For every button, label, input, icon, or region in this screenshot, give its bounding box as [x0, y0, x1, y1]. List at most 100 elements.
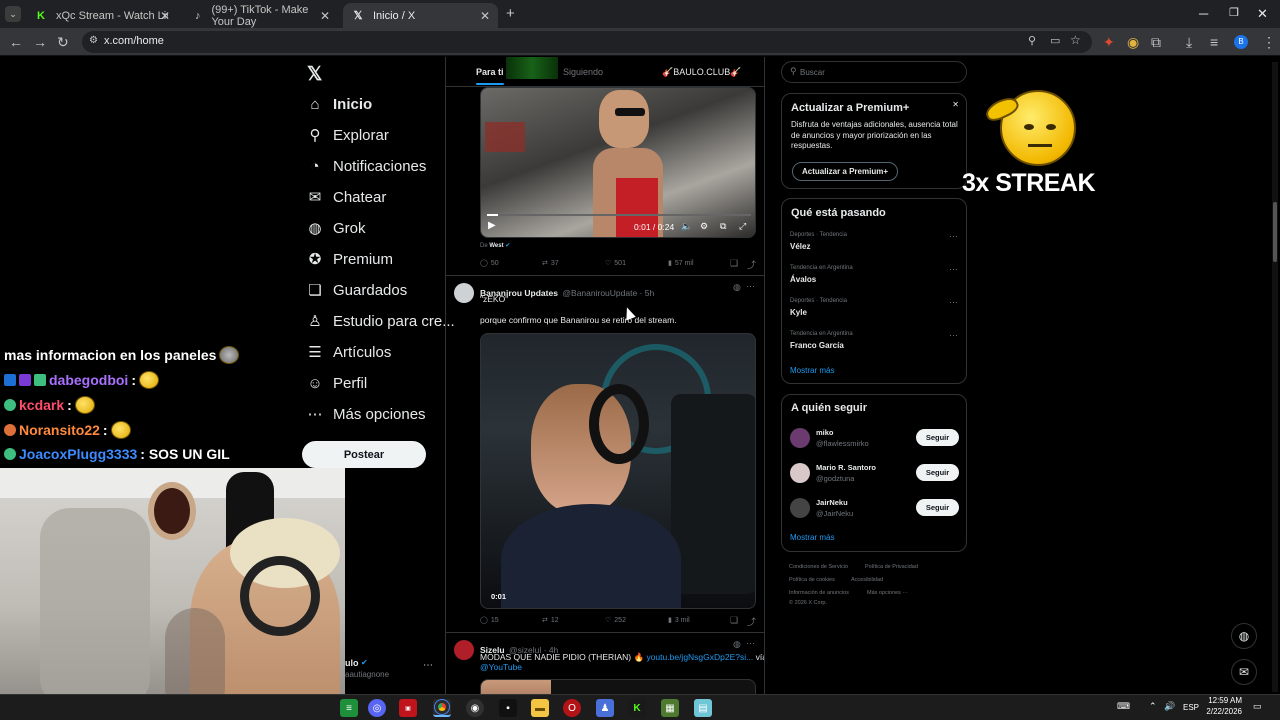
footer-link[interactable]: Condiciones de Servicio [789, 564, 848, 570]
download-icon[interactable]: ⤓ [1186, 34, 1192, 50]
more-icon[interactable]: ⋯ [949, 297, 958, 308]
x-logo-icon[interactable]: 𝕏 [307, 63, 322, 86]
kick-icon[interactable]: K [628, 699, 646, 717]
menu-icon[interactable]: ⋮ [1262, 34, 1276, 50]
reading-list-icon[interactable]: ≡ [1210, 34, 1218, 50]
follow-suggestion[interactable]: miko @flawlessmirko Seguir [782, 427, 966, 457]
extension-icon[interactable]: ◉ [1127, 34, 1139, 50]
nav-item-chatear[interactable]: ✉ Chatear [306, 185, 387, 209]
pip-icon[interactable]: ⧉ [720, 221, 726, 232]
more-icon[interactable]: ⋯ [949, 231, 958, 242]
messages-floating-icon[interactable]: ✉ [1231, 659, 1257, 685]
more-icon[interactable]: ⋯ [746, 281, 755, 292]
taskbar-app-icon[interactable]: ♟ [596, 699, 614, 717]
tweet-mention[interactable]: @YouTube [480, 662, 522, 672]
close-icon[interactable]: ✕ [952, 100, 959, 109]
premium-upgrade-button[interactable]: Actualizar a Premium+ [792, 162, 898, 181]
trend-item[interactable]: Deportes · Tendencia Vélez ⋯ [782, 229, 966, 263]
minimize-icon[interactable]: ─ [1199, 6, 1208, 21]
tab-inicio-x[interactable]: 𝕏 Inicio / X ✕ [343, 3, 498, 28]
follow-button[interactable]: Seguir [916, 499, 959, 516]
nav-item-estudio[interactable]: ♙ Estudio para cre... [306, 309, 454, 333]
address-bar[interactable]: ⚙ x.com/home ⚲ ▭ ☆ [82, 31, 1092, 53]
account-switcher[interactable]: ulo ✔ aautiagnone ⋯ [345, 654, 445, 684]
bookmark-icon[interactable]: ❏ [730, 258, 738, 269]
new-tab-button[interactable]: + [506, 5, 515, 22]
bookmark-icon[interactable]: ❏ [730, 615, 738, 626]
tab-siguiendo[interactable]: Siguiendo [563, 67, 603, 77]
more-icon[interactable]: ⋯ [746, 638, 755, 649]
trend-item[interactable]: Tendencia en Argentina Franco García ⋯ [782, 328, 966, 362]
nav-item-perfil[interactable]: ☺ Perfil [306, 371, 367, 395]
nav-item-grok[interactable]: ◍ Grok [306, 216, 365, 240]
cast-icon[interactable]: ▭ [1050, 34, 1060, 47]
tab-kick[interactable]: K xQc Stream - Watch Live on Kic ✕ [26, 3, 178, 28]
more-icon[interactable]: ⋯ [949, 330, 958, 341]
opera-icon[interactable]: O [563, 699, 581, 717]
page-scrollbar[interactable] [1272, 62, 1278, 692]
close-tab-icon[interactable]: ✕ [320, 9, 330, 23]
nav-item-guardados[interactable]: ❏ Guardados [306, 278, 407, 302]
tweet-video[interactable]: ▶ 0:01 / 0:24 🔈 ⚙ ⧉ ⤢ [480, 87, 756, 238]
show-more-follow-link[interactable]: Mostrar más [790, 533, 834, 542]
share-icon[interactable]: ⤴ [747, 258, 756, 271]
post-button[interactable]: Postear [302, 441, 426, 468]
tweet-link[interactable]: youtu.be/jgNsgGxDp2E?si... [646, 652, 753, 662]
show-hidden-icons[interactable]: ⌃ [1149, 701, 1157, 712]
more-icon[interactable]: ⋯ [423, 660, 433, 671]
taskbar-app-icon[interactable]: ≡ [340, 699, 358, 717]
video-progress-track[interactable] [487, 214, 751, 216]
reply-button[interactable]: ◯ 15 [480, 616, 499, 625]
footer-link[interactable]: Información de anuncios [789, 590, 849, 596]
close-tab-icon[interactable]: ✕ [480, 9, 490, 23]
footer-link[interactable]: Accesibilidad [851, 577, 883, 583]
profile-avatar[interactable]: B [1234, 35, 1248, 49]
nav-item-articulos[interactable]: ☰ Artículos [306, 340, 391, 364]
discord-icon[interactable]: ◎ [368, 699, 386, 717]
tab-tiktok[interactable]: ♪ (99+) TikTok - Make Your Day ✕ [184, 3, 338, 28]
more-icon[interactable]: ⋯ [949, 264, 958, 275]
tab-baulo-club[interactable]: 🎸BAULO.CLUB🎸 [662, 67, 741, 78]
tab-search-button[interactable]: ⌄ [5, 6, 21, 22]
clock-time[interactable]: 12:59 AM [1206, 696, 1242, 705]
chrome-icon[interactable] [433, 699, 451, 717]
share-icon[interactable]: ⤴ [747, 615, 756, 628]
site-info-icon[interactable]: ⚙ [89, 35, 98, 46]
nav-item-premium[interactable]: ✪ Premium [306, 247, 393, 271]
file-explorer-icon[interactable]: ▬ [531, 699, 549, 717]
grok-floating-icon[interactable]: ◍ [1231, 623, 1257, 649]
nav-item-mas-opciones[interactable]: ⋯ Más opciones [306, 402, 426, 426]
volume-icon[interactable]: 🔊 [1164, 701, 1175, 712]
author-handle[interactable]: @BananirouUpdate · 5h [562, 288, 654, 298]
url-text[interactable]: x.com/home [104, 35, 164, 47]
trend-item[interactable]: Tendencia en Argentina Ávalos ⋯ [782, 262, 966, 296]
show-more-trends-link[interactable]: Mostrar más [790, 366, 834, 375]
avatar[interactable] [454, 283, 474, 303]
close-tab-icon[interactable]: ✕ [160, 9, 170, 23]
like-button[interactable]: ♡ 501 [605, 259, 626, 268]
keyboard-icon[interactable]: ⌨ [1117, 701, 1130, 712]
views-button[interactable]: ▮ 3 mil [668, 616, 690, 625]
trend-item[interactable]: Deportes · Tendencia Kyle ⋯ [782, 295, 966, 329]
fullscreen-icon[interactable]: ⤢ [739, 221, 746, 232]
zoom-icon[interactable]: ⚲ [1028, 34, 1036, 47]
obs-icon[interactable]: ◉ [466, 699, 484, 717]
follow-button[interactable]: Seguir [916, 429, 959, 446]
scrollbar-thumb[interactable] [1273, 202, 1277, 262]
forward-icon[interactable]: → [33, 34, 47, 50]
nav-item-inicio[interactable]: ⌂ Inicio [306, 92, 372, 116]
follow-suggestion[interactable]: JairNeku @JairNeku Seguir [782, 497, 966, 527]
capcut-icon[interactable]: ▪ [499, 699, 517, 717]
follow-button[interactable]: Seguir [916, 464, 959, 481]
source-name[interactable]: West [489, 243, 503, 249]
footer-link[interactable]: Política de Privacidad [865, 564, 918, 570]
follow-suggestion[interactable]: Mario R. Santoro @godztuna Seguir [782, 462, 966, 492]
tab-para-ti[interactable]: Para ti [476, 67, 504, 77]
taskbar-app-icon[interactable]: ▣ [399, 699, 417, 717]
nav-item-explorar[interactable]: ⚲ Explorar [306, 123, 389, 147]
bookmark-star-icon[interactable]: ☆ [1070, 33, 1081, 47]
retweet-button[interactable]: ⇄ 37 [542, 259, 559, 268]
back-icon[interactable]: ← [9, 34, 23, 50]
footer-link[interactable]: Política de cookies [789, 577, 835, 583]
search-box[interactable]: ⚲ Buscar [781, 61, 967, 83]
